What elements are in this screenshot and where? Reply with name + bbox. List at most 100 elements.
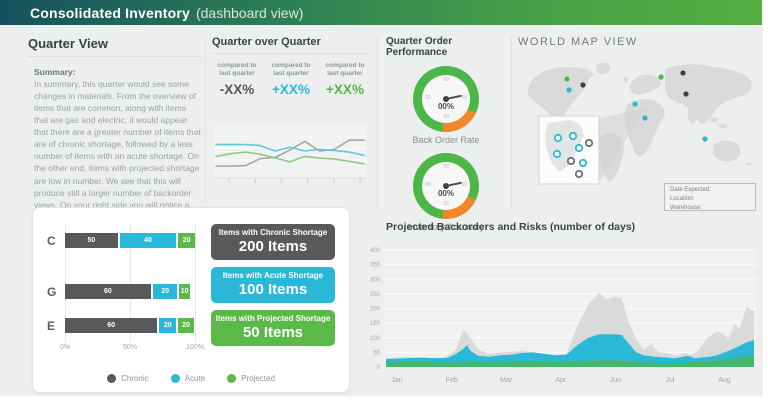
gauges: 0000000000%Back Order Rate0000000000%Inv… [386, 66, 506, 232]
page-title: Consolidated Inventory [30, 5, 190, 21]
shortage-bar-chart: C504020G602010E602020 0% 50% 100% [47, 220, 201, 356]
gauge-dial: 0000000000% [413, 66, 479, 132]
map-info-line: Location: [670, 195, 750, 204]
bar-track: 602010 [65, 284, 195, 299]
legend-item: Acute [171, 374, 205, 383]
legend-dot-acute [171, 374, 180, 383]
backorders-title: Projected Backorders and Risks (number o… [386, 221, 635, 233]
world-map [518, 60, 763, 194]
info-card-title: Items with Chronic Shortage [213, 228, 333, 237]
qoq-stat-value: +XX% [266, 82, 316, 97]
map-info-box: Date Expected: Location: Warehouse: [664, 183, 756, 211]
info-card-chronic: Items with Chronic Shortage200 Items [211, 224, 335, 260]
map-info-line: Warehouse: [670, 204, 750, 213]
bar-category-label: E [47, 319, 61, 333]
map-dot [683, 91, 688, 96]
chart-legend: Chronic Acute Projected [33, 374, 349, 383]
svg-text:50: 50 [373, 350, 380, 356]
content-area: Quarter View Summary: In summary, this q… [0, 25, 763, 396]
gauge-dial: 0000000000% [413, 153, 479, 219]
svg-text:Mar: Mar [500, 377, 513, 384]
map-ring-marker [555, 135, 561, 141]
legend-label: Projected [241, 374, 275, 383]
svg-text:Jun: Jun [610, 377, 621, 384]
qoq-stat-caption: compared to last quarter [212, 62, 262, 79]
header-bar: Consolidated Inventory (dashboard view) [0, 0, 762, 25]
quarter-view-panel: Quarter View Summary: In summary, this q… [28, 36, 202, 235]
bar-track: 504020 [65, 233, 195, 248]
map-dot [642, 115, 647, 120]
qoq-stats: compared to last quarter-XX%compared to … [212, 62, 370, 108]
info-card-title: Items with Acute Shortage [213, 271, 333, 280]
gauge-tick-label: 00 [461, 182, 467, 188]
bar-segment-projected: 20 [178, 318, 194, 333]
svg-text:150: 150 [370, 321, 381, 327]
dashboard: Consolidated Inventory (dashboard view) … [0, 0, 768, 409]
world-map-panel: WORLD MAP VIEW [518, 36, 763, 194]
gauge-label: Back Order Rate [386, 135, 506, 145]
svg-text:350: 350 [370, 263, 381, 269]
legend-label: Acute [185, 374, 205, 383]
map-dot [680, 70, 685, 75]
shortage-info-cards: Items with Chronic Shortage200 ItemsItem… [211, 224, 335, 353]
shortage-summary-card: C504020G602010E602020 0% 50% 100% Items … [32, 207, 350, 393]
gauge-tick-label: 00 [443, 164, 449, 170]
qoq-stat: compared to last quarter -XX% [212, 62, 262, 108]
qoq-title: Quarter over Quarter [212, 36, 370, 48]
divider [377, 36, 378, 208]
svg-text:Jan: Jan [391, 377, 402, 384]
gauge-block: 0000000000%Back Order Rate [386, 66, 506, 145]
qoq-stat: compared to last quarter +XX% [266, 62, 316, 108]
quarter-view-title: Quarter View [28, 36, 202, 51]
bar-segment-chronic: 50 [65, 233, 118, 248]
map-ring-marker [586, 140, 592, 146]
svg-text:0: 0 [377, 365, 381, 371]
bar-segment-acute: 40 [120, 233, 177, 248]
legend-dot-projected [227, 374, 236, 383]
svg-text:200: 200 [370, 307, 381, 313]
svg-text:100: 100 [370, 336, 381, 342]
x-axis-tick: 0% [60, 344, 70, 351]
gauge-tick-label: 00 [443, 201, 449, 207]
map-dot [564, 76, 569, 81]
map-dot [658, 74, 663, 79]
map-dot [580, 82, 585, 87]
map-ring-marker [554, 151, 560, 157]
map-ring-marker [568, 158, 574, 164]
gauge-tick-label: 00 [425, 95, 431, 101]
qoq-stat-value: -XX% [212, 82, 262, 97]
page-subtitle: (dashboard view) [196, 5, 303, 21]
bar-segment-acute: 20 [159, 318, 176, 333]
qoq-line-chart [212, 116, 368, 196]
quarter-over-quarter-panel: Quarter over Quarter compared to last qu… [212, 36, 370, 196]
bar-segment-projected: 20 [178, 233, 195, 248]
gauge-value: 00% [413, 102, 479, 111]
qoq-stat: compared to last quarter+XX% [320, 62, 370, 108]
svg-text:Jul: Jul [666, 377, 675, 384]
svg-text:Apr: Apr [555, 377, 567, 384]
map-inset-box [539, 116, 599, 184]
map-dot [632, 101, 637, 106]
qoq-stat-caption: compared to last quarter [266, 62, 316, 79]
legend-item: Projected [227, 374, 275, 383]
svg-text:Aug: Aug [718, 377, 731, 384]
bar-row: G 602010 [47, 284, 201, 299]
bar-segment-projected: 10 [179, 284, 189, 299]
map-ring-marker [576, 145, 582, 151]
map-title: WORLD MAP VIEW [518, 36, 763, 48]
gauge-tick-label: 00 [443, 77, 449, 83]
legend-label: Chronic [121, 374, 149, 383]
info-card-value: 100 Items [213, 281, 333, 298]
x-axis-tick: 50% [123, 344, 137, 351]
info-card-title: Items with Projected Shortage [213, 314, 333, 323]
gauge-value: 00% [413, 189, 479, 198]
backorders-area-chart: 400350300250200150100500JanFebMarAprJunJ… [356, 243, 760, 393]
map-ring-marker [570, 133, 576, 139]
map-info-line: Date Expected: [670, 186, 750, 195]
bar-category-label: G [47, 285, 61, 299]
divider [205, 36, 206, 202]
bar-track: 602020 [65, 318, 195, 333]
divider [28, 56, 202, 57]
gauge-tick-label: 00 [443, 114, 449, 120]
summary-label: Summary: [34, 67, 202, 77]
